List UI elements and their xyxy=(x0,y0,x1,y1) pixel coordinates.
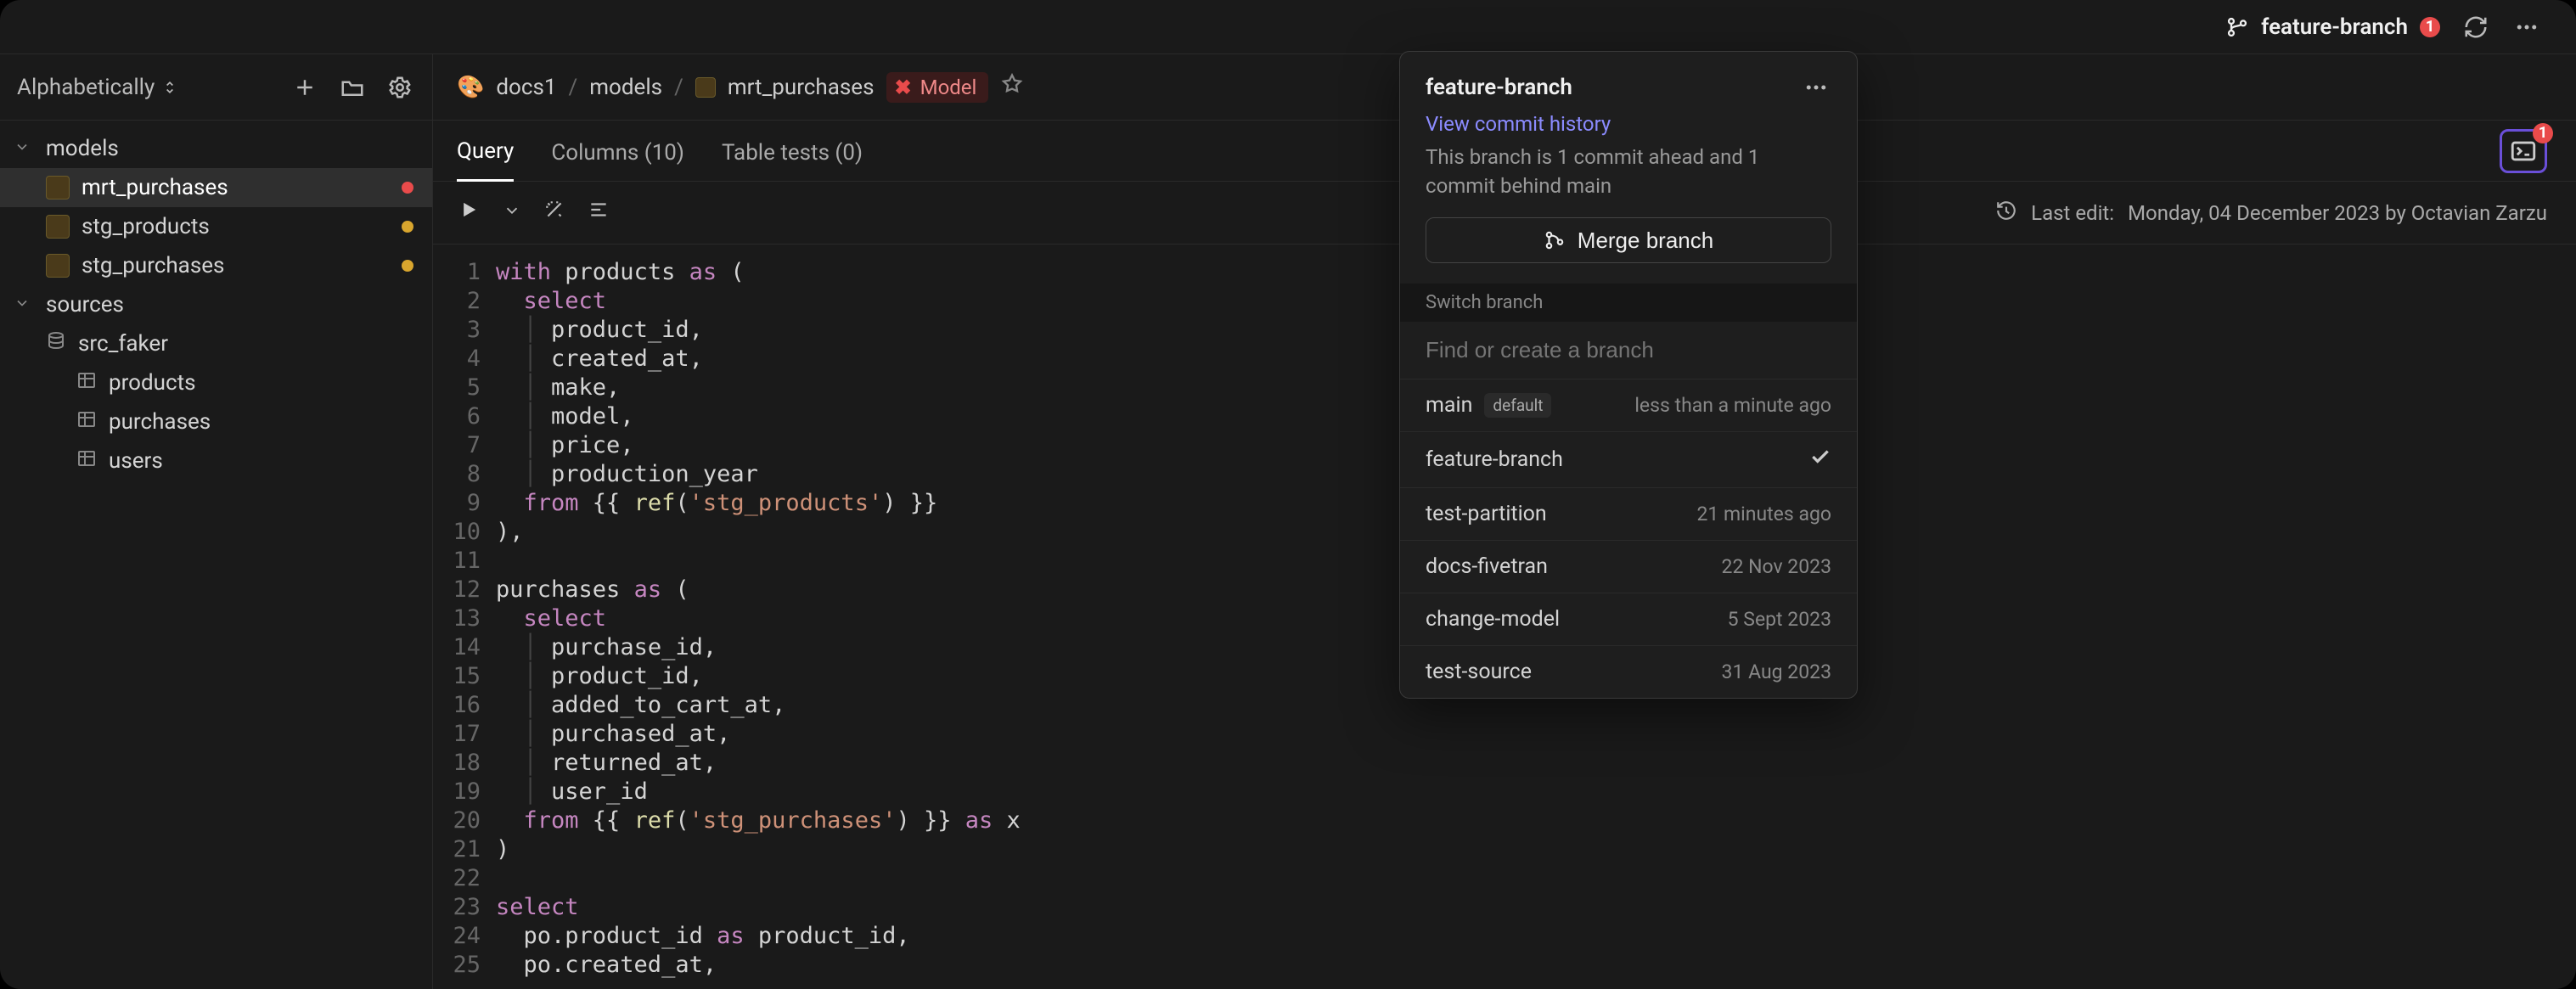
tree-group-sources[interactable]: sources xyxy=(0,285,432,324)
play-dropdown-icon[interactable] xyxy=(503,200,521,226)
tree-group-models[interactable]: models xyxy=(0,129,432,168)
merge-branch-button[interactable]: Merge branch xyxy=(1426,217,1831,263)
sync-icon[interactable] xyxy=(2461,12,2491,42)
default-badge: default xyxy=(1484,393,1551,418)
line-gutter: 1234567891011121314151617181920212223242… xyxy=(433,258,496,989)
branch-row-test-partition[interactable]: test-partition 21 minutes ago xyxy=(1400,487,1857,540)
tree-item-src-faker[interactable]: src_faker xyxy=(0,324,432,363)
more-icon[interactable] xyxy=(2511,12,2542,42)
format-icon[interactable] xyxy=(588,199,610,227)
play-icon[interactable] xyxy=(457,198,481,228)
popover-branch-title: feature-branch xyxy=(1426,75,1572,100)
model-icon xyxy=(46,176,70,199)
settings-icon[interactable] xyxy=(385,72,415,103)
table-icon xyxy=(76,370,97,396)
tree-item-stg-purchases[interactable]: stg_purchases xyxy=(0,246,432,285)
switch-branch-header: Switch branch xyxy=(1400,284,1857,322)
status-dot-yellow xyxy=(402,260,413,272)
model-tag: ✖ Model xyxy=(886,72,989,103)
star-icon[interactable] xyxy=(1000,72,1024,102)
crumb-models[interactable]: models xyxy=(589,75,662,100)
branch-status-text: This branch is 1 commit ahead and 1 comm… xyxy=(1426,143,1831,200)
sort-dropdown[interactable]: Alphabetically xyxy=(17,75,178,100)
branch-selector[interactable]: feature-branch 1 xyxy=(2225,14,2440,40)
run-command-button[interactable]: 1 xyxy=(2500,129,2547,173)
database-icon xyxy=(46,331,66,357)
branch-badge: 1 xyxy=(2420,17,2440,37)
status-dot-yellow xyxy=(402,221,413,233)
table-icon xyxy=(76,448,97,475)
tree-item-purchases[interactable]: purchases xyxy=(0,402,432,441)
tab-table-tests[interactable]: Table tests (0) xyxy=(722,125,863,181)
popover-more-icon[interactable] xyxy=(1801,72,1831,103)
status-dot-red xyxy=(402,182,413,194)
model-icon xyxy=(695,77,716,98)
branch-row-change-model[interactable]: change-model 5 Sept 2023 xyxy=(1400,593,1857,645)
table-icon xyxy=(76,409,97,435)
new-file-icon[interactable] xyxy=(290,72,320,103)
tree-item-users[interactable]: users xyxy=(0,441,432,480)
branch-row-test-source[interactable]: test-source 31 Aug 2023 xyxy=(1400,645,1857,698)
branch-row-feature[interactable]: feature-branch xyxy=(1400,431,1857,487)
project-emoji-icon: 🎨 xyxy=(457,75,484,100)
branch-name: feature-branch xyxy=(2261,14,2408,40)
view-commit-history-link[interactable]: View commit history xyxy=(1426,112,1611,136)
branch-row-main[interactable]: main default less than a minute ago xyxy=(1400,379,1857,431)
last-edit-value: Monday, 04 December 2023 by Octavian Zar… xyxy=(2128,201,2547,225)
tab-columns[interactable]: Columns (10) xyxy=(551,125,684,181)
tree-item-stg-products[interactable]: stg_products xyxy=(0,207,432,246)
tree-item-mrt-purchases[interactable]: mrt_purchases xyxy=(0,168,432,207)
model-x-icon: ✖ xyxy=(895,76,912,99)
crumb-file: mrt_purchases xyxy=(728,75,875,100)
branch-search-input[interactable] xyxy=(1400,322,1857,379)
model-icon xyxy=(46,254,70,278)
check-icon xyxy=(1809,446,1831,474)
model-icon xyxy=(46,215,70,239)
tree-item-products[interactable]: products xyxy=(0,363,432,402)
branch-popover: feature-branch View commit history This … xyxy=(1399,51,1858,699)
history-icon[interactable] xyxy=(1995,199,2017,227)
new-folder-icon[interactable] xyxy=(337,72,368,103)
crumb-project[interactable]: docs1 xyxy=(496,75,556,100)
magic-wand-icon[interactable] xyxy=(543,199,565,227)
tab-query[interactable]: Query xyxy=(457,123,514,182)
branch-row-docs-fivetran[interactable]: docs-fivetran 22 Nov 2023 xyxy=(1400,540,1857,593)
run-badge: 1 xyxy=(2533,123,2553,143)
last-edit-label: Last edit: xyxy=(2031,201,2114,225)
